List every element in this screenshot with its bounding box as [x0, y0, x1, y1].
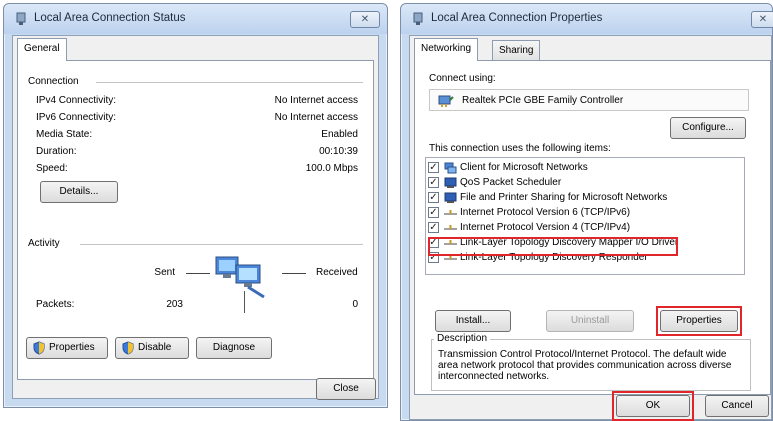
- shield-icon: [122, 341, 134, 355]
- status-close-button[interactable]: Close: [316, 378, 376, 400]
- item-label: Internet Protocol Version 6 (TCP/IPv6): [460, 207, 631, 218]
- tab-general[interactable]: General: [17, 38, 67, 61]
- ok-highlight: [612, 391, 694, 421]
- network-client-icon: [444, 162, 457, 174]
- shield-icon: [33, 341, 45, 355]
- packets-received-value: 0: [352, 299, 358, 310]
- status-close-icon[interactable]: ✕: [350, 11, 380, 28]
- item-label: Internet Protocol Version 4 (TCP/IPv4): [460, 222, 631, 233]
- speed-label: Speed:: [36, 163, 68, 174]
- properties-title-bar[interactable]: Local Area Connection Properties ✕: [401, 4, 773, 34]
- properties-highlight: [656, 306, 742, 336]
- media-state-value: Enabled: [321, 129, 358, 140]
- list-item[interactable]: ✓ File and Printer Sharing for Microsoft…: [428, 191, 738, 205]
- service-icon: [444, 192, 457, 203]
- ipv6-value: No Internet access: [274, 112, 358, 123]
- status-window-title: Local Area Connection Status: [34, 12, 186, 24]
- general-panel: Connection IPv4 Connectivity: No Interne…: [17, 60, 374, 380]
- status-title-bar[interactable]: Local Area Connection Status ✕: [4, 4, 387, 34]
- status-properties-button[interactable]: Properties: [26, 337, 108, 359]
- adapter-box: Realtek PCIe GBE Family Controller: [429, 89, 749, 111]
- item-checkbox[interactable]: ✓: [428, 222, 439, 233]
- cancel-button[interactable]: Cancel: [705, 395, 769, 417]
- status-window-body: General Connection IPv4 Connectivity: No…: [12, 35, 379, 400]
- activity-divider: [80, 244, 363, 245]
- item-label: File and Printer Sharing for Microsoft N…: [460, 192, 668, 203]
- ipv4-highlight: [428, 237, 678, 256]
- activity-heading: Activity: [28, 238, 60, 249]
- item-checkbox[interactable]: ✓: [428, 177, 439, 188]
- status-properties-label: Properties: [49, 342, 95, 353]
- properties-close-icon[interactable]: ✕: [751, 11, 773, 28]
- items-list[interactable]: ✓ Client for Microsoft Networks ✓ QoS Pa…: [425, 157, 745, 275]
- network-adapter-icon: [413, 12, 423, 25]
- item-checkbox[interactable]: ✓: [428, 162, 439, 173]
- duration-value: 00:10:39: [319, 146, 358, 157]
- ipv4-label: IPv4 Connectivity:: [36, 95, 117, 106]
- adapter-name: Realtek PCIe GBE Family Controller: [462, 95, 624, 106]
- description-group: Description Transmission Control Protoco…: [431, 333, 751, 391]
- description-heading: Description: [434, 333, 491, 344]
- protocol-icon: [444, 210, 457, 215]
- properties-window: Local Area Connection Properties ✕ Netwo…: [400, 3, 773, 421]
- packets-divider: [244, 291, 245, 313]
- list-item[interactable]: ✓ Client for Microsoft Networks: [428, 161, 738, 175]
- details-button[interactable]: Details...: [40, 181, 118, 203]
- item-checkbox[interactable]: ✓: [428, 192, 439, 203]
- properties-window-body: Networking Sharing Connect using: Realte…: [409, 35, 772, 421]
- network-activity-icon: [215, 256, 265, 299]
- network-adapter-icon: [16, 12, 26, 25]
- install-button[interactable]: Install...: [435, 310, 511, 332]
- received-line: [282, 273, 306, 274]
- media-state-label: Media State:: [36, 129, 93, 140]
- service-icon: [444, 177, 457, 188]
- item-checkbox[interactable]: ✓: [428, 207, 439, 218]
- network-card-icon: [438, 95, 454, 107]
- packets-sent-value: 203: [166, 299, 183, 310]
- list-item-selected[interactable]: ✓ Internet Protocol Version 4 (TCP/IPv4): [428, 221, 738, 235]
- uninstall-button[interactable]: Uninstall: [546, 310, 634, 332]
- duration-label: Duration:: [36, 146, 77, 157]
- connection-heading: Connection: [28, 76, 79, 87]
- properties-window-title: Local Area Connection Properties: [431, 12, 603, 24]
- list-item[interactable]: ✓ Internet Protocol Version 6 (TCP/IPv6): [428, 206, 738, 220]
- tab-sharing[interactable]: Sharing: [492, 40, 541, 60]
- protocol-icon: [444, 225, 457, 230]
- list-item[interactable]: ✓ QoS Packet Scheduler: [428, 176, 738, 190]
- status-window: Local Area Connection Status ✕ General C…: [3, 3, 388, 408]
- sent-label: Sent: [154, 267, 175, 278]
- item-label: QoS Packet Scheduler: [460, 177, 562, 188]
- tab-networking[interactable]: Networking: [414, 38, 479, 61]
- description-text: Transmission Control Protocol/Internet P…: [438, 349, 732, 382]
- items-label: This connection uses the following items…: [429, 143, 611, 154]
- diagnose-button[interactable]: Diagnose: [196, 337, 272, 359]
- speed-value: 100.0 Mbps: [305, 163, 358, 174]
- received-label: Received: [316, 267, 358, 278]
- ipv6-label: IPv6 Connectivity:: [36, 112, 117, 123]
- item-label: Client for Microsoft Networks: [460, 162, 588, 173]
- networking-panel: Connect using: Realtek PCIe GBE Family C…: [414, 60, 771, 395]
- configure-button[interactable]: Configure...: [670, 117, 746, 139]
- connection-divider: [96, 82, 363, 83]
- connect-using-label: Connect using:: [429, 73, 496, 84]
- sent-line: [186, 273, 210, 274]
- ipv4-value: No Internet access: [274, 95, 358, 106]
- packets-label: Packets:: [36, 299, 75, 310]
- disable-button[interactable]: Disable: [115, 337, 189, 359]
- disable-label: Disable: [138, 342, 172, 353]
